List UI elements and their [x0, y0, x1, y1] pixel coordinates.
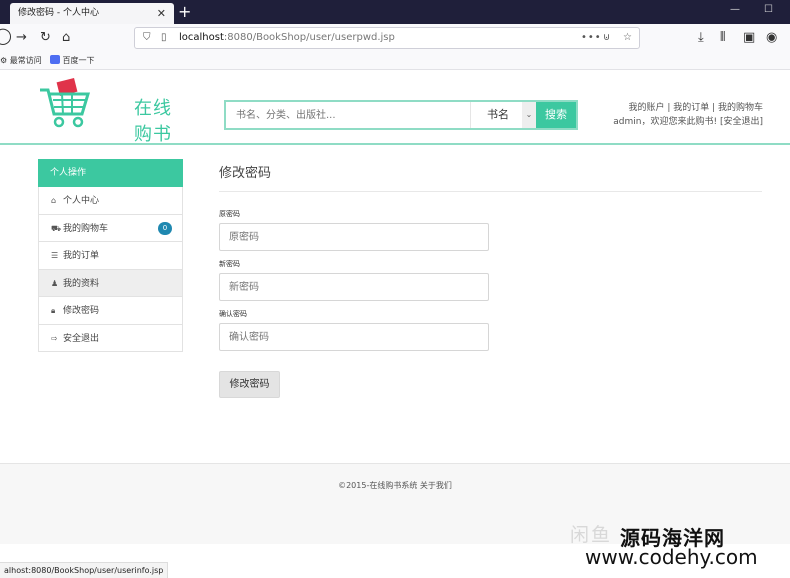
- site-logo[interactable]: 在线购书: [38, 78, 188, 145]
- cart-count-badge: 0: [158, 221, 172, 235]
- cart-logo-icon: [40, 78, 91, 128]
- account-links[interactable]: 我的账户 | 我的订单 | 我的购物车: [613, 101, 763, 115]
- search-box: 书名 ⌄ 搜索: [224, 100, 578, 130]
- account-icon[interactable]: ◉: [766, 30, 777, 46]
- watermark-site-url: www.codehy.com: [585, 545, 758, 569]
- close-tab-icon[interactable]: ✕: [157, 3, 166, 24]
- bookmark-baidu[interactable]: 百度一下: [50, 52, 95, 69]
- sidebar-item-label: 我的订单: [63, 251, 100, 261]
- url-bar[interactable]: ⛉ ▯ localhost:8080/BookShop/user/userpwd…: [134, 27, 640, 49]
- bookmark-most-visited[interactable]: ⚙ 最常访问: [0, 52, 42, 69]
- home-icon: ⌂: [51, 196, 57, 205]
- page-icon[interactable]: ▯: [161, 28, 167, 48]
- old-password-input[interactable]: [219, 223, 489, 251]
- chevron-down-icon[interactable]: ⌄: [522, 102, 536, 128]
- back-icon[interactable]: ◯: [0, 28, 12, 44]
- logo-text: 在线购书: [134, 98, 172, 145]
- browser-status-bar: alhost:8080/BookShop/user/userinfo.jsp: [0, 562, 169, 578]
- sidebar-item-change-password[interactable]: 🔒︎ 修改密码: [38, 297, 183, 325]
- sidebar-item-cart[interactable]: ⛟ 我的购物车 0: [38, 214, 183, 242]
- title-divider: [219, 191, 762, 192]
- browser-tab[interactable]: 修改密码 - 个人中心 ✕: [10, 3, 174, 24]
- library-icon[interactable]: ⫴: [720, 30, 725, 46]
- search-type-value: 书名: [487, 108, 509, 121]
- change-password-button[interactable]: 修改密码: [219, 371, 280, 398]
- browser-titlebar: 修改密码 - 个人中心 ✕ + — ☐: [0, 0, 790, 24]
- bookmarks-bar: ⚙ 最常访问 百度一下: [0, 52, 790, 70]
- logout-icon: ⇨: [51, 333, 58, 343]
- new-tab-icon[interactable]: +: [178, 2, 191, 22]
- sidebar-icon[interactable]: ▣: [743, 30, 755, 46]
- user-icon: ♟: [51, 278, 59, 288]
- user-links: 我的账户 | 我的订单 | 我的购物车 admin，欢迎您来此购书! [安全退出…: [613, 101, 763, 129]
- footer-text[interactable]: ©2015-在线购书系统 关于我们: [0, 480, 790, 491]
- sidebar-item-label: 个人中心: [63, 196, 100, 206]
- welcome-text[interactable]: admin，欢迎您来此购书! [安全退出]: [613, 115, 763, 129]
- sidebar: 个人操作 ⌂ 个人中心 ⛟ 我的购物车 0 ☰ 我的订单 ♟ 我的资料 🔒︎ 修改密码 ⇨…: [38, 159, 183, 352]
- tab-title: 修改密码 - 个人中心: [18, 8, 99, 18]
- browser-navbar: ◯ → ↻ ⌂ ⛉ ▯ localhost:8080/BookShop/user…: [0, 24, 790, 52]
- sidebar-item-orders[interactable]: ☰ 我的订单: [38, 242, 183, 270]
- list-icon: ☰: [51, 251, 59, 260]
- new-password-label: 新密码: [219, 260, 240, 268]
- sidebar-item-logout[interactable]: ⇨ 安全退出: [38, 324, 183, 352]
- sidebar-item-home[interactable]: ⌂ 个人中心: [38, 187, 183, 215]
- baidu-icon: [50, 55, 60, 64]
- download-icon[interactable]: ⤓: [698, 30, 704, 46]
- confirm-password-input[interactable]: [219, 323, 489, 351]
- bookmark-label: 最常访问: [9, 56, 42, 65]
- sidebar-item-profile[interactable]: ♟ 我的资料: [38, 269, 183, 297]
- star-icon[interactable]: ☆: [623, 28, 632, 48]
- sidebar-item-label: 安全退出: [63, 333, 100, 344]
- more-icon[interactable]: •••: [581, 28, 602, 48]
- old-password-label: 原密码: [219, 210, 240, 218]
- cart-icon: ⛟: [51, 223, 62, 233]
- search-button[interactable]: 搜索: [536, 102, 576, 128]
- header-divider: [0, 143, 790, 145]
- confirm-password-label: 确认密码: [219, 310, 247, 318]
- new-password-input[interactable]: [219, 273, 489, 301]
- maximize-icon[interactable]: ☐: [764, 4, 773, 15]
- url-host: localhost: [179, 32, 224, 43]
- url-path: :8080/BookShop/user/userpwd.jsp: [223, 32, 395, 43]
- sidebar-item-label: 我的购物车: [63, 223, 109, 234]
- minimize-icon[interactable]: —: [730, 4, 740, 15]
- sidebar-heading: 个人操作: [38, 159, 183, 187]
- lock-icon: 🔒︎: [51, 306, 56, 315]
- search-input[interactable]: [226, 102, 466, 128]
- bookmark-label: 百度一下: [62, 56, 95, 65]
- forward-icon[interactable]: →: [16, 30, 27, 46]
- pocket-icon[interactable]: ⊍: [603, 28, 610, 48]
- home-icon[interactable]: ⌂: [62, 30, 70, 46]
- shield-icon[interactable]: ⛉: [143, 28, 151, 48]
- sidebar-item-label: 我的资料: [63, 278, 100, 289]
- page-title: 修改密码: [219, 166, 272, 181]
- reload-icon[interactable]: ↻: [40, 30, 51, 46]
- sidebar-item-label: 修改密码: [63, 306, 100, 316]
- watermark-grey: 闲鱼: [570, 524, 613, 546]
